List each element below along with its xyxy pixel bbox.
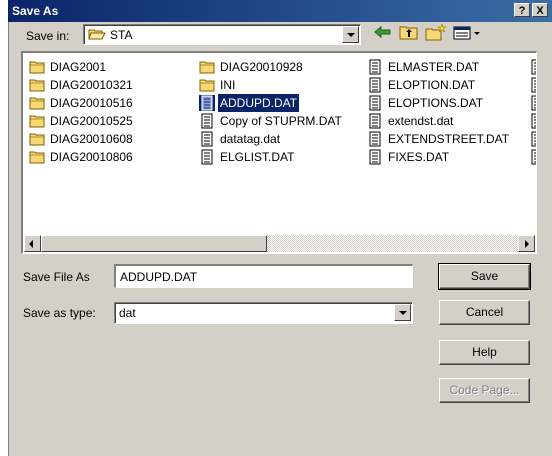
file-item-label: DIAG2001 bbox=[50, 60, 107, 74]
file-item-label: DIAG20010321 bbox=[50, 78, 133, 92]
new-folder-button[interactable] bbox=[424, 22, 448, 42]
document-icon bbox=[531, 113, 536, 129]
code-page-button: Code Page... bbox=[439, 378, 530, 403]
file-item-label: ELMASTER.DAT bbox=[388, 60, 480, 74]
title-bar[interactable]: Save As ? X bbox=[8, 0, 552, 22]
folder-icon bbox=[29, 115, 45, 128]
save-button[interactable]: Save bbox=[438, 263, 531, 290]
document-icon bbox=[369, 131, 381, 147]
save-in-label: Save in: bbox=[26, 29, 70, 43]
folder-icon bbox=[29, 151, 45, 164]
file-item-label: DIAG20010608 bbox=[50, 132, 133, 146]
save-as-dialog: Save As ? X Save in: STA DIAG2001 DIAG20… bbox=[0, 0, 552, 456]
document-icon bbox=[369, 95, 381, 111]
file-item-label: DIAG20010525 bbox=[50, 114, 133, 128]
background-window-edge bbox=[0, 0, 9, 456]
open-folder-icon bbox=[88, 29, 106, 40]
document-icon bbox=[369, 113, 381, 129]
document-icon bbox=[531, 131, 536, 147]
document-icon bbox=[531, 95, 536, 111]
file-list[interactable]: DIAG2001 DIAG20010321 DIAG20010516 DIAG2001… bbox=[21, 51, 537, 254]
file-item-label: FIXES.DAT bbox=[388, 150, 450, 164]
save-as-type-combo[interactable]: dat bbox=[114, 302, 413, 324]
document-icon bbox=[199, 95, 215, 111]
file-item-label: ELOPTIONS.DAT bbox=[388, 96, 484, 110]
folder-icon bbox=[199, 61, 215, 74]
file-item-label: extendst.dat bbox=[388, 114, 454, 128]
dialog-title: Save As bbox=[12, 4, 59, 18]
up-folder-icon bbox=[399, 26, 418, 40]
document-icon bbox=[369, 77, 381, 93]
new-folder-icon bbox=[425, 23, 447, 41]
document-icon bbox=[201, 131, 213, 147]
document-icon bbox=[369, 59, 381, 75]
file-item-label: datatag.dat bbox=[220, 132, 281, 146]
folder-icon bbox=[29, 61, 45, 74]
save-file-as-label: Save File As bbox=[23, 270, 90, 284]
document-icon bbox=[531, 149, 536, 165]
scroll-left-button[interactable] bbox=[24, 235, 41, 252]
document-icon bbox=[369, 149, 381, 165]
file-name-input[interactable] bbox=[114, 264, 413, 288]
folder-icon bbox=[29, 79, 45, 92]
view-list-icon bbox=[453, 26, 480, 40]
file-item-label: DIAG20010806 bbox=[50, 150, 133, 164]
document-icon bbox=[201, 149, 213, 165]
document-icon bbox=[201, 113, 213, 129]
help-button[interactable]: Help bbox=[439, 340, 530, 365]
up-one-level-button[interactable] bbox=[397, 22, 421, 42]
save-in-dropdown-button[interactable] bbox=[342, 26, 359, 43]
folder-icon bbox=[199, 79, 215, 92]
horizontal-scrollbar[interactable] bbox=[24, 235, 535, 252]
scrollbar-thumb[interactable] bbox=[41, 235, 267, 252]
scroll-right-button[interactable] bbox=[518, 235, 535, 252]
file-item-label: DIAG20010928 bbox=[220, 60, 303, 74]
save-as-type-value: dat bbox=[119, 306, 136, 320]
help-title-button[interactable]: ? bbox=[514, 3, 530, 17]
folder-icon bbox=[29, 133, 45, 146]
file-item-label: INI bbox=[220, 78, 236, 92]
save-as-type-label: Save as type: bbox=[23, 306, 96, 320]
view-menu-button[interactable] bbox=[452, 22, 482, 42]
save-in-value: STA bbox=[110, 28, 133, 42]
folder-icon bbox=[29, 97, 45, 110]
document-icon bbox=[531, 59, 536, 75]
back-arrow-icon bbox=[374, 25, 391, 39]
file-item-label: ELOPTION.DAT bbox=[388, 78, 476, 92]
save-in-combo[interactable]: STA bbox=[83, 24, 361, 45]
save-as-type-dropdown-button[interactable] bbox=[394, 304, 411, 321]
close-button[interactable]: X bbox=[532, 3, 548, 17]
cancel-button[interactable]: Cancel bbox=[439, 300, 530, 325]
document-icon bbox=[531, 77, 536, 93]
file-item-label: DIAG20010516 bbox=[50, 96, 133, 110]
back-button[interactable] bbox=[371, 22, 395, 42]
file-item-label: EXTENDSTREET.DAT bbox=[388, 132, 510, 146]
file-item-label: ELGLIST.DAT bbox=[220, 150, 295, 164]
file-item-label: ADDUPD.DAT bbox=[216, 93, 301, 113]
file-item-label: Copy of STUPRM.DAT bbox=[220, 114, 342, 128]
